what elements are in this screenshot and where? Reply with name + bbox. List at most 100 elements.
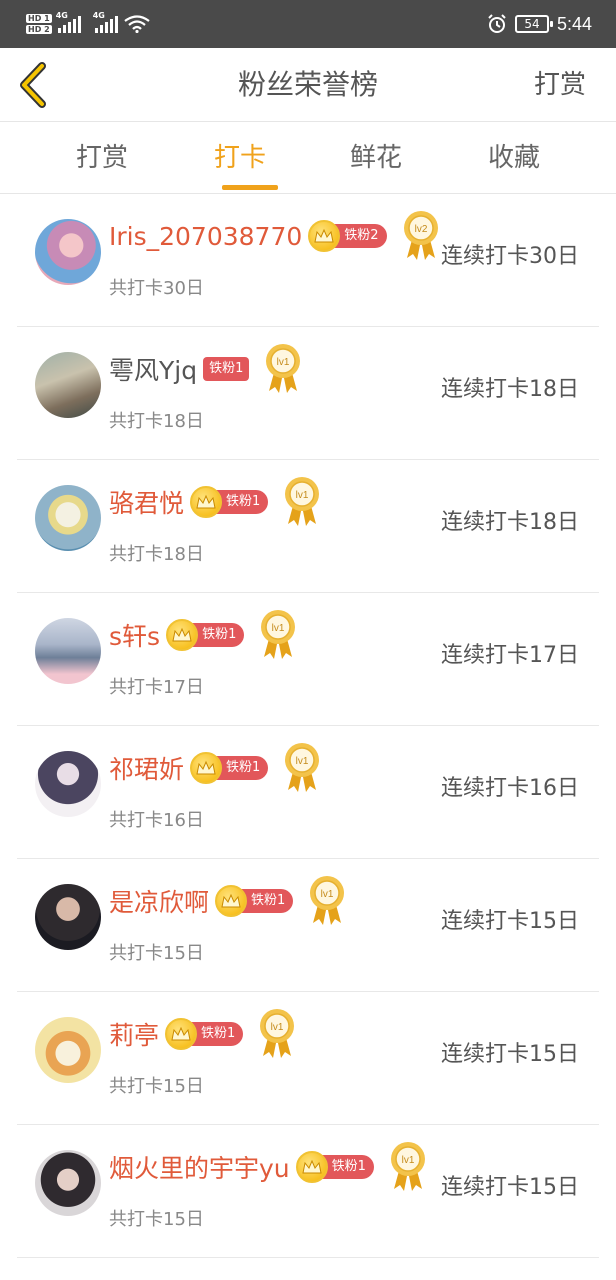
medal-icon: lv1 (260, 1009, 295, 1058)
streak-days: 连续打卡30日 (441, 244, 579, 269)
user-name[interactable]: 烟火里的宇宇yu (109, 1149, 290, 1185)
medal-level: lv1 (296, 756, 309, 767)
hd-indicator: HD 1 HD 2 (26, 14, 52, 34)
signal-icon: 4G (93, 11, 118, 33)
fan-badge: 铁粉1 (166, 619, 245, 651)
streak-days: 连续打卡17日 (441, 643, 579, 668)
medal-icon: lv1 (310, 876, 345, 925)
battery-level: 54 (524, 17, 540, 31)
streak-days: 连续打卡15日 (441, 909, 579, 934)
crown-icon (190, 486, 223, 518)
list-item[interactable]: 骆君悦 铁粉1 lv1 共打卡18日 连续打卡18日 (17, 460, 599, 593)
user-name[interactable]: 祁珺妡 (109, 750, 184, 786)
user-name[interactable]: 雩风Yjq (109, 351, 197, 387)
battery-icon: 54 (514, 15, 553, 33)
list-item[interactable]: Iris_207038770 铁粉2 lv2 共打卡30日 连续打卡30日 (17, 194, 599, 327)
name-line: 骆君悦 铁粉1 lv1 (109, 477, 322, 526)
medal-level: lv1 (271, 1022, 284, 1033)
name-line: 烟火里的宇宇yu 铁粉1 lv1 (109, 1142, 428, 1191)
avatar[interactable] (35, 1017, 101, 1083)
user-name[interactable]: 莉亭 (109, 1016, 159, 1052)
crown-icon (165, 1018, 198, 1050)
total-checkins: 共打卡15日 (109, 943, 204, 964)
avatar[interactable] (35, 219, 101, 285)
streak-days: 连续打卡16日 (441, 776, 579, 801)
list-item[interactable]: s轩s 铁粉1 lv1 共打卡17日 连续打卡17日 (17, 593, 599, 726)
user-name[interactable]: Iris_207038770 (109, 222, 302, 251)
total-checkins: 共打卡30日 (109, 278, 204, 299)
user-name[interactable]: 是凉欣啊 (109, 883, 209, 919)
status-right: 54 5:44 (487, 0, 592, 48)
streak-days: 连续打卡15日 (441, 1175, 579, 1200)
list-item[interactable]: 祁珺妡 铁粉1 lv1 共打卡16日 连续打卡16日 (17, 726, 599, 859)
list-item[interactable]: 是凉欣啊 铁粉1 lv1 共打卡15日 连续打卡15日 (17, 859, 599, 992)
status-bar: HD 1 HD 2 4G 4G 54 5:44 (0, 0, 616, 48)
fan-badge: 铁粉1 (295, 1151, 374, 1183)
reward-button[interactable]: 打赏 (534, 48, 586, 122)
avatar[interactable] (35, 618, 101, 684)
medal-level: lv1 (402, 1155, 415, 1166)
crown-icon (215, 885, 248, 917)
crown-icon (295, 1151, 328, 1183)
tab-reward[interactable]: 打赏 (42, 122, 162, 194)
avatar[interactable] (35, 751, 101, 817)
total-checkins: 共打卡17日 (109, 677, 204, 698)
total-checkins: 共打卡15日 (109, 1209, 204, 1230)
network-type-2: 4G (92, 11, 105, 20)
total-checkins: 共打卡18日 (109, 411, 204, 432)
medal-icon: lv1 (266, 344, 301, 393)
wifi-icon (124, 15, 150, 33)
app-header: 粉丝荣誉榜 打赏 (0, 48, 616, 122)
alarm-clock-icon (488, 14, 506, 33)
clock-time: 5:44 (556, 13, 592, 34)
name-line: 雩风Yjq 铁粉1 lv1 (109, 344, 303, 393)
medal-icon: lv1 (285, 743, 320, 792)
tab-label: 收藏 (487, 143, 540, 173)
medal-level: lv1 (321, 889, 334, 900)
tab-flowers[interactable]: 鲜花 (316, 122, 436, 194)
user-name[interactable]: s轩s (109, 617, 160, 653)
medal-level: lv1 (296, 490, 309, 501)
page-title: 粉丝荣誉榜 (237, 68, 378, 101)
streak-days: 连续打卡18日 (441, 377, 579, 402)
list-item[interactable]: 莉亭 铁粉1 lv1 共打卡15日 连续打卡15日 (17, 992, 599, 1125)
signal-icon: 4G (56, 11, 81, 33)
medal-icon: lv1 (261, 610, 296, 659)
name-line: s轩s 铁粉1 lv1 (109, 610, 298, 659)
medal-level: lv1 (277, 357, 290, 368)
hd1-label: HD 1 (26, 14, 52, 23)
tab-checkin[interactable]: 打卡 (180, 122, 300, 194)
total-checkins: 共打卡15日 (109, 1076, 204, 1097)
ranking-list: Iris_207038770 铁粉2 lv2 共打卡30日 连续打卡30日 雩风… (0, 194, 616, 1258)
fan-badge: 铁粉1 (203, 355, 250, 383)
fan-level-pill: 铁粉1 (203, 357, 250, 381)
total-checkins: 共打卡16日 (109, 810, 204, 831)
status-left: HD 1 HD 2 4G 4G (26, 6, 150, 42)
streak-days: 连续打卡15日 (441, 1042, 579, 1067)
medal-icon: lv2 (403, 211, 438, 260)
total-checkins: 共打卡18日 (109, 544, 204, 565)
crown-icon (166, 619, 199, 651)
fan-badge: 铁粉1 (190, 486, 269, 518)
hd2-label: HD 2 (26, 25, 52, 34)
tab-bar: 打赏 打卡 鲜花 收藏 (0, 122, 616, 194)
tab-label: 打赏 (75, 143, 128, 173)
medal-icon: lv1 (390, 1142, 425, 1191)
tab-label: 打卡 (213, 143, 266, 173)
avatar[interactable] (35, 352, 101, 418)
crown-icon (190, 752, 223, 784)
user-name[interactable]: 骆君悦 (109, 484, 184, 520)
tab-favorites[interactable]: 收藏 (454, 122, 574, 194)
fan-badge: 铁粉1 (215, 885, 294, 917)
list-item[interactable]: 烟火里的宇宇yu 铁粉1 lv1 共打卡15日 连续打卡15日 (17, 1125, 599, 1258)
avatar[interactable] (35, 485, 101, 551)
name-line: 莉亭 铁粉1 lv1 (109, 1009, 297, 1058)
name-line: 祁珺妡 铁粉1 lv1 (109, 743, 322, 792)
avatar[interactable] (35, 1150, 101, 1216)
medal-level: lv2 (414, 224, 427, 235)
active-tab-indicator (222, 185, 278, 190)
list-item[interactable]: 雩风Yjq 铁粉1 lv1 共打卡18日 连续打卡18日 (17, 327, 599, 460)
medal-icon: lv1 (285, 477, 320, 526)
fan-badge: 铁粉1 (190, 752, 269, 784)
avatar[interactable] (35, 884, 101, 950)
